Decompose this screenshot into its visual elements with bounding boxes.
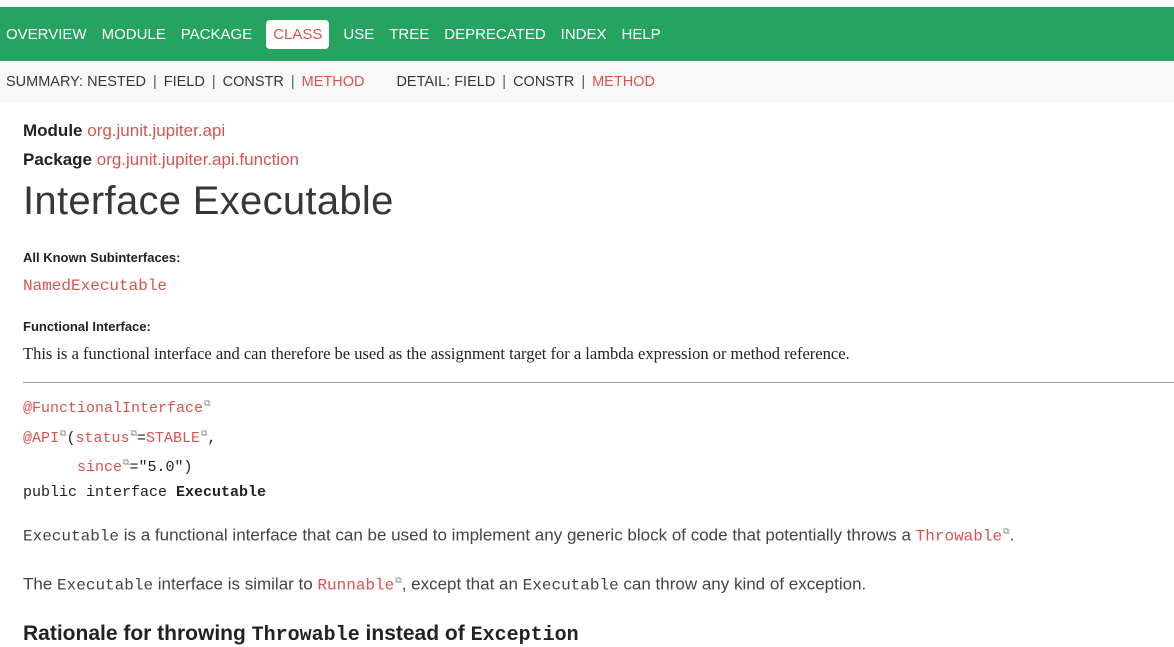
paragraph-text: , except that an xyxy=(401,574,523,594)
nav-use[interactable]: USE xyxy=(343,26,374,43)
summary-field: FIELD xyxy=(163,74,205,90)
main-content: Module org.junit.jupiter.api Package org… xyxy=(0,103,1174,647)
detail-field-label: DETAIL: FIELD xyxy=(396,74,496,90)
divider xyxy=(23,382,1174,383)
separator: | xyxy=(211,74,216,90)
package-line: Package org.junit.jupiter.api.function xyxy=(23,150,1174,170)
summary-method-link[interactable]: METHOD xyxy=(302,74,365,90)
nav-module[interactable]: MODULE xyxy=(102,26,166,43)
status-link[interactable]: status xyxy=(75,430,129,447)
functional-interface-label: Functional Interface: xyxy=(23,319,151,334)
nav-index[interactable]: INDEX xyxy=(561,26,607,43)
declaration-prefix: public interface xyxy=(23,483,177,501)
separator: | xyxy=(290,74,295,90)
nav-overview[interactable]: OVERVIEW xyxy=(6,26,87,43)
heading-text: instead of xyxy=(359,622,471,646)
external-link-icon: ⧉ xyxy=(204,399,211,409)
paragraph-text: interface is similar to xyxy=(153,574,318,594)
module-label: Module xyxy=(23,121,83,140)
rationale-heading: Rationale for throwing Throwable instead… xyxy=(23,622,1174,647)
nav-help[interactable]: HELP xyxy=(622,26,661,43)
comma: , xyxy=(207,429,217,447)
sub-navbar: SUMMARY: NESTED | FIELD | CONSTR | METHO… xyxy=(0,61,1174,103)
description-paragraph-2: The Executable interface is similar to R… xyxy=(23,570,1174,597)
detail-constr: CONSTR xyxy=(513,74,575,90)
stable-link[interactable]: STABLE xyxy=(146,430,200,447)
since-link[interactable]: since xyxy=(77,459,122,476)
heading-text: Rationale for throwing xyxy=(23,622,252,646)
detail-links: DETAIL: FIELD | CONSTR | METHOD xyxy=(396,74,654,90)
throwable-link[interactable]: Throwable xyxy=(916,528,1002,546)
detail-method-link[interactable]: METHOD xyxy=(592,74,655,90)
inline-code: Executable xyxy=(522,576,619,595)
named-executable-link[interactable]: NamedExecutable xyxy=(23,277,167,295)
summary-nested-label: SUMMARY: NESTED xyxy=(6,74,146,90)
nav-class[interactable]: CLASS xyxy=(266,19,330,49)
paragraph-end: . xyxy=(1009,525,1015,545)
description-paragraph-1: Executable is a functional interface tha… xyxy=(23,521,1174,548)
separator: | xyxy=(581,74,586,90)
functional-interface-annotation-link[interactable]: @FunctionalInterface xyxy=(23,400,203,417)
summary-links: SUMMARY: NESTED | FIELD | CONSTR | METHO… xyxy=(6,74,364,90)
top-navbar: OVERVIEW MODULE PACKAGE CLASS USE TREE D… xyxy=(0,7,1174,61)
module-link[interactable]: org.junit.jupiter.api xyxy=(87,121,225,140)
inline-code: Executable xyxy=(57,576,154,595)
api-annotation-link[interactable]: @API xyxy=(23,430,59,447)
inline-code: Executable xyxy=(23,527,120,546)
nav-tree[interactable]: TREE xyxy=(389,26,429,43)
separator: | xyxy=(502,74,507,90)
package-link[interactable]: org.junit.jupiter.api.function xyxy=(97,150,299,169)
runnable-link[interactable]: Runnable xyxy=(317,576,394,594)
top-spacer xyxy=(0,0,1174,7)
package-label: Package xyxy=(23,150,92,169)
paragraph-text: The xyxy=(23,574,58,594)
declaration-name: Executable xyxy=(176,483,267,501)
nav-deprecated[interactable]: DEPRECATED xyxy=(444,26,545,43)
module-line: Module org.junit.jupiter.api xyxy=(23,121,1174,141)
page-title: Interface Executable xyxy=(23,179,394,223)
separator: | xyxy=(152,74,157,90)
paragraph-text: can throw any kind of exception. xyxy=(618,574,867,594)
type-signature: @FunctionalInterface⧉ @API⧉(status⧉=STAB… xyxy=(23,392,1174,505)
nav-package[interactable]: PACKAGE xyxy=(181,26,252,43)
equals-sign: = xyxy=(136,429,146,447)
subinterfaces-label: All Known Subinterfaces: xyxy=(23,250,181,265)
since-value: ="5.0") xyxy=(129,459,193,476)
paragraph-text: is a functional interface that can be us… xyxy=(119,525,916,545)
summary-constr: CONSTR xyxy=(222,74,284,90)
functional-interface-text: This is a functional interface and can t… xyxy=(23,344,850,363)
